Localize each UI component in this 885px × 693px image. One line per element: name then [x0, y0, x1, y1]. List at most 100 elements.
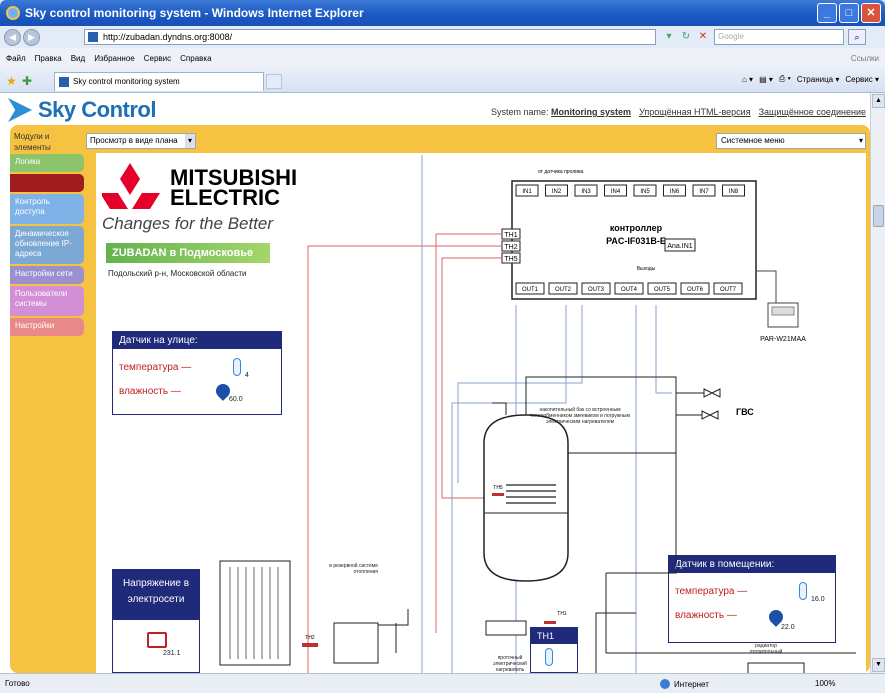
search-input[interactable]: Google [714, 29, 844, 45]
th2-wire [307, 245, 502, 673]
home-icon[interactable]: ⌂ ▾ [742, 75, 753, 84]
storage-tank [483, 414, 569, 582]
tools-menu[interactable]: Сервис ▾ [845, 75, 879, 84]
plan-toolbar: Просмотр в виде плана Системное меню [86, 133, 866, 151]
new-tab-button[interactable] [266, 74, 282, 89]
security-zone[interactable]: Интернет [660, 679, 709, 689]
scroll-thumb[interactable] [873, 205, 884, 227]
radiator-icon [747, 662, 805, 673]
sidebar-heading: Модули и элементы [14, 132, 51, 152]
input-terminal-label: IN7 [699, 189, 709, 195]
browser-tab[interactable]: Sky control monitoring system [54, 72, 264, 91]
menu-favorites[interactable]: Избранное [94, 54, 135, 63]
minimize-button[interactable]: _ [817, 3, 837, 23]
secure-connection-link[interactable]: Защищённое соединение [759, 107, 866, 117]
zone-label: Интернет [674, 679, 709, 689]
sidebar-item-logic[interactable]: Логика [10, 154, 84, 172]
controller-outputs: OUT1 OUT2 OUT3 OUT4 OUT5 OUT6 OUT7 [515, 282, 743, 295]
plan-canvas: MITSUBISHI ELECTRIC Changes for the Bett… [96, 153, 866, 673]
th2-sensor-mark [302, 643, 318, 647]
system-header: System name: Monitoring system Упрощённа… [491, 107, 866, 117]
vertical-scrollbar[interactable]: ▲ ▼ [870, 93, 885, 673]
dropdown-icon[interactable]: ▾ [662, 30, 676, 44]
input-terminal-label: IN6 [670, 189, 680, 195]
controller-model: PAC-IF031B-E [606, 236, 666, 246]
url-field[interactable]: http://zubadan.dyndns.org:8008/ [84, 29, 656, 45]
feeds-icon[interactable]: ▤ ▾ [759, 75, 773, 84]
sidebar-item-ddns[interactable]: Динамическое обновление IP-адреса [10, 226, 84, 264]
output-terminal-label: OUT4 [621, 287, 638, 293]
input-terminal-label: IN2 [552, 189, 562, 195]
th1-sensor-panel[interactable]: TH1 [530, 627, 578, 673]
html-version-link[interactable]: Упрощённая HTML-версия [639, 107, 751, 117]
status-bar: Готово Интернет 100% [0, 673, 885, 693]
menu-view[interactable]: Вид [71, 54, 85, 63]
outputs-label: Выходы [637, 266, 656, 272]
menu-file[interactable]: Файл [6, 54, 26, 63]
refresh-icon[interactable]: ↻ [679, 30, 693, 44]
close-button[interactable]: ✕ [861, 3, 881, 23]
menu-edit[interactable]: Правка [35, 54, 62, 63]
th5-sensor-label: TH5 [493, 485, 503, 491]
sidebar-item-access[interactable]: Контроль доступа [10, 194, 84, 224]
add-favorite-icon[interactable]: ✚ [22, 74, 32, 88]
system-name-value[interactable]: Monitoring system [551, 107, 631, 117]
back-button[interactable]: ◀ [4, 28, 21, 46]
output-terminal-label: OUT1 [522, 287, 539, 293]
status-text: Готово [5, 679, 30, 688]
search-icon[interactable]: ⌕ [848, 29, 866, 45]
logo-text: Sky Control [38, 97, 156, 122]
sidebar: Модули и элементы Логика Журнал Контроль… [10, 128, 84, 338]
output-terminal-label: OUT6 [687, 287, 704, 293]
sidebar-item-users[interactable]: Пользователи системы [10, 286, 84, 316]
sidebar-item-network[interactable]: Настройки сети [10, 266, 84, 284]
reserve-label: в резервной системе отопления [329, 563, 378, 575]
menu-help[interactable]: Справка [180, 54, 211, 63]
dhw-label: ГВС [736, 407, 754, 417]
thermometer-icon [545, 648, 553, 666]
sidebar-item-journal[interactable]: Журнал [10, 174, 84, 192]
page-viewport: Sky Control System name: Monitoring syst… [0, 93, 870, 673]
output-terminal-label: OUT7 [720, 287, 737, 293]
stop-icon[interactable]: ✕ [696, 30, 710, 44]
zoom-level[interactable]: 100% [815, 679, 835, 688]
output-terminal-label: OUT2 [555, 287, 572, 293]
heat-pump-unit [219, 560, 291, 666]
tab-bar: ★ ✚ Sky control monitoring system ⌂ ▾ ▤ … [0, 68, 885, 93]
input-terminal-label: IN1 [522, 189, 532, 195]
output-terminal-label: OUT3 [588, 287, 605, 293]
sidebar-item-settings[interactable]: Настройки [10, 318, 84, 336]
window-title-bar: Sky control monitoring system - Windows … [0, 0, 885, 26]
address-bar: ◀ ▶ http://zubadan.dyndns.org:8008/ ▾ ↻ … [0, 26, 885, 48]
favorites-star-icon[interactable]: ★ [6, 74, 17, 88]
ana-in-label: Ana.IN1 [667, 243, 692, 250]
th1-terminal-label: TH1 [504, 232, 517, 239]
output-terminal-label: OUT5 [654, 287, 671, 293]
scroll-up-button[interactable]: ▲ [872, 94, 885, 108]
from-sensor-label: от датчика пролива [538, 169, 584, 175]
print-icon[interactable]: ⎙ ▾ [779, 74, 791, 84]
window-title: Sky control monitoring system - Windows … [25, 6, 364, 20]
system-menu-select[interactable]: Системное меню [716, 133, 866, 149]
electric-heater [485, 620, 527, 636]
ie-logo-icon [6, 6, 20, 20]
skycontrol-logo: Sky Control [8, 97, 156, 123]
plate-heat-exchanger [333, 622, 379, 664]
view-mode-select[interactable]: Просмотр в виде плана [86, 133, 196, 149]
heating-schematic: IN1 IN2 IN3 IN4 IN5 IN6 IN7 IN8 OUT1 OUT2 OUT3 OUT… [219, 155, 856, 673]
forward-button[interactable]: ▶ [23, 28, 40, 46]
maximize-button[interactable]: □ [839, 3, 859, 23]
scroll-down-button[interactable]: ▼ [872, 658, 885, 672]
url-actions: ▾ ↻ ✕ [662, 30, 710, 44]
command-bar: ⌂ ▾ ▤ ▾ ⎙ ▾ Страница ▾ Сервис ▾ [742, 74, 879, 84]
th5-sensor-mark [492, 493, 504, 496]
links-label[interactable]: Ссылки [851, 54, 879, 63]
system-name-label: System name: [491, 107, 549, 117]
th1-panel-title: TH1 [531, 628, 577, 644]
th2-terminal-label: TH2 [504, 244, 517, 251]
th5-terminal-label: TH5 [504, 256, 517, 263]
window-controls: _ □ ✕ [817, 3, 881, 23]
remote-label: PAR-W21MAA [760, 336, 806, 343]
page-menu[interactable]: Страница ▾ [797, 75, 840, 84]
menu-tools[interactable]: Сервис [144, 54, 171, 63]
